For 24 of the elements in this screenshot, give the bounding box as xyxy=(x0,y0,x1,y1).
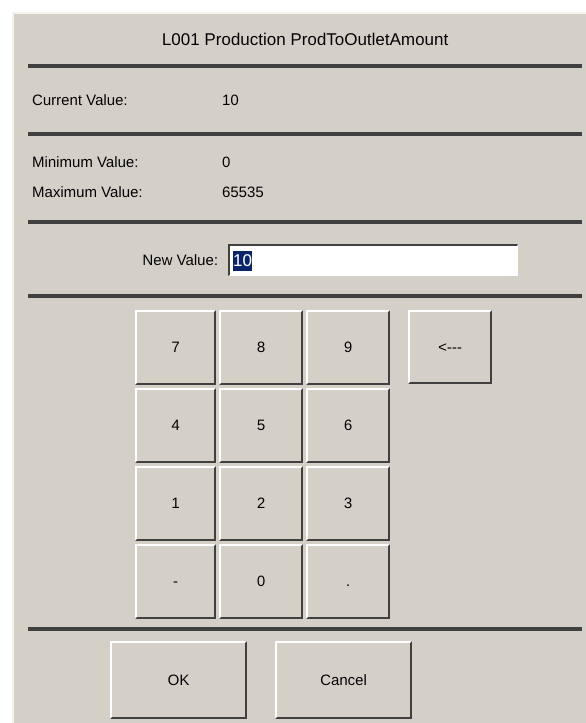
keypad-key[interactable]: 9 xyxy=(306,310,390,385)
keypad-key[interactable]: 7 xyxy=(135,310,216,385)
keypad-key[interactable]: 5 xyxy=(219,388,303,463)
keypad-key[interactable]: - xyxy=(135,544,216,619)
keypad-key[interactable]: 6 xyxy=(306,388,390,463)
field-label: Maximum Value: xyxy=(31,183,144,203)
keypad-key[interactable]: 8 xyxy=(219,310,303,385)
dialog-title: L001 Production ProdToOutletAmount xyxy=(160,29,450,51)
keypad-key[interactable]: 1 xyxy=(135,466,216,541)
field-label: Current Value: xyxy=(31,91,129,111)
cancel-button[interactable]: Cancel xyxy=(275,641,412,719)
ok-button[interactable]: OK xyxy=(110,641,247,719)
field-value: 65535 xyxy=(222,183,264,203)
input-field[interactable]: 10 xyxy=(228,244,518,276)
keypad-key[interactable]: 0 xyxy=(219,544,303,619)
keypad-key[interactable]: 4 xyxy=(135,388,216,463)
keypad-key[interactable]: . xyxy=(306,544,390,619)
field-value: 0 xyxy=(222,153,230,173)
field-value: 10 xyxy=(222,91,239,111)
keypad-key[interactable]: 3 xyxy=(306,466,390,541)
field-label: Minimum Value: xyxy=(31,153,140,173)
keypad-key[interactable]: 2 xyxy=(219,466,303,541)
field-label: New Value: xyxy=(141,252,218,268)
backspace-key[interactable]: <--- xyxy=(408,310,492,384)
